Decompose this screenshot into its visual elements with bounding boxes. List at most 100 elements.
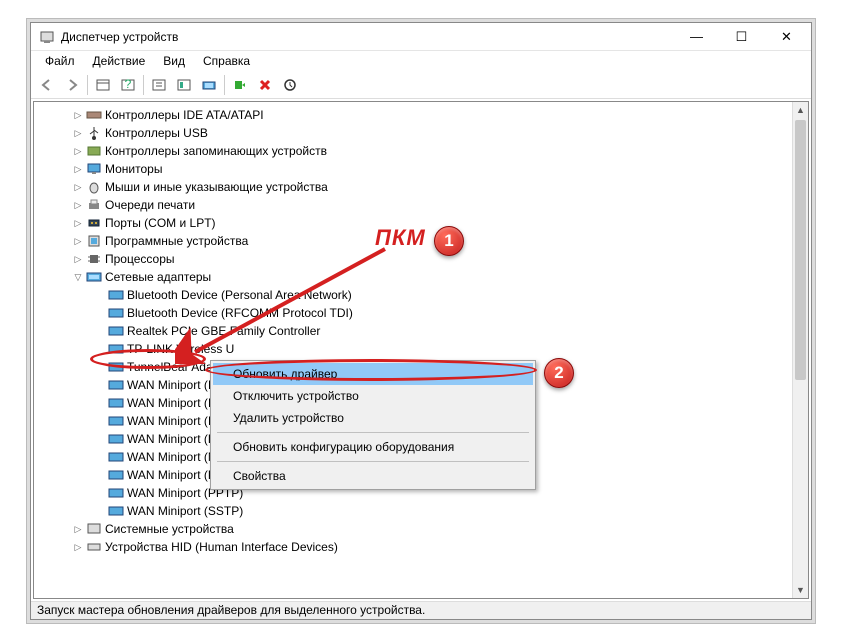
expander-icon[interactable]: ▷ [72, 181, 84, 193]
help-button[interactable]: ? [116, 73, 140, 97]
storage-icon [86, 143, 102, 159]
node-label: Мыши и иные указывающие устройства [105, 180, 328, 194]
ctx-label: Обновить драйвер [233, 367, 337, 381]
svg-text:?: ? [125, 78, 132, 91]
node-label: WAN Miniport (IP) [127, 396, 223, 410]
node-label: Контроллеры IDE ATA/ATAPI [105, 108, 264, 122]
ctx-refresh-hw[interactable]: Обновить конфигурацию оборудования [213, 436, 533, 458]
forward-button[interactable] [60, 73, 84, 97]
adapter-icon [108, 341, 124, 357]
system-icon [86, 521, 102, 537]
maximize-button[interactable]: ☐ [719, 23, 764, 51]
node-label: Устройства HID (Human Interface Devices) [105, 540, 338, 554]
expander-icon[interactable]: ▷ [72, 163, 84, 175]
node-label: Программные устройства [105, 234, 248, 248]
cpu-icon [86, 251, 102, 267]
expander-icon[interactable]: ▷ [72, 109, 84, 121]
tree-node-system[interactable]: ▷ Системные устройства [34, 520, 808, 538]
ctx-remove-device[interactable]: Удалить устройство [213, 407, 533, 429]
adapter-icon [108, 449, 124, 465]
adapter-icon [108, 413, 124, 429]
printer-icon [86, 197, 102, 213]
vertical-scrollbar[interactable]: ▲ ▼ [792, 102, 808, 598]
toolbar-separator [87, 75, 88, 95]
adapter-icon [108, 503, 124, 519]
menu-action[interactable]: Действие [85, 52, 154, 70]
node-label: Системные устройства [105, 522, 234, 536]
adapter-icon [108, 287, 124, 303]
adapter-icon [108, 431, 124, 447]
scroll-down-icon[interactable]: ▼ [793, 582, 808, 598]
tree-node-hid[interactable]: ▷ Устройства HID (Human Interface Devices… [34, 538, 808, 556]
close-button[interactable]: ✕ [764, 23, 809, 51]
window-title: Диспетчер устройств [61, 30, 674, 44]
scroll-up-icon[interactable]: ▲ [793, 102, 808, 118]
tree-node-storage[interactable]: ▷ Контроллеры запоминающих устройств [34, 142, 808, 160]
toolbar-separator [143, 75, 144, 95]
adapter-icon [108, 377, 124, 393]
statusbar: Запуск мастера обновления драйверов для … [31, 601, 811, 619]
adapter-icon [108, 467, 124, 483]
tree-node-bt-pan[interactable]: Bluetooth Device (Personal Area Network) [34, 286, 808, 304]
annotation-badge-2: 2 [544, 358, 574, 388]
menu-view[interactable]: Вид [155, 52, 193, 70]
tree-node-mice[interactable]: ▷ Мыши и иные указывающие устройства [34, 178, 808, 196]
node-label: Контроллеры запоминающих устройств [105, 144, 327, 158]
tree-node-realtek[interactable]: Realtek PCIe GBE Family Controller [34, 322, 808, 340]
node-label: Процессоры [105, 252, 175, 266]
node-label: Очереди печати [105, 198, 195, 212]
node-label: WAN Miniport (SSTP) [127, 504, 243, 518]
show-hide-button[interactable] [91, 73, 115, 97]
menu-file[interactable]: Файл [37, 52, 83, 70]
adapter-icon [108, 359, 124, 375]
tree-node-network[interactable]: ▽Сетевые адаптеры [34, 268, 808, 286]
expander-icon[interactable]: ▽ [72, 271, 84, 283]
node-label: TP-LINK Wireless U [127, 342, 234, 356]
app-icon [39, 29, 55, 45]
ctx-label: Отключить устройство [233, 389, 359, 403]
menubar: Файл Действие Вид Справка [31, 51, 811, 71]
adapter-icon [108, 323, 124, 339]
enable-button[interactable] [228, 73, 252, 97]
ide-icon [86, 107, 102, 123]
expander-icon[interactable]: ▷ [72, 127, 84, 139]
expander-icon[interactable]: ▷ [72, 217, 84, 229]
update-button[interactable] [172, 73, 196, 97]
tree-node-print[interactable]: ▷ Очереди печати [34, 196, 808, 214]
mouse-icon [86, 179, 102, 195]
expander-icon[interactable]: ▷ [72, 253, 84, 265]
expander-icon[interactable]: ▷ [72, 145, 84, 157]
scan-button[interactable] [197, 73, 221, 97]
menu-help[interactable]: Справка [195, 52, 258, 70]
usb-icon [86, 125, 102, 141]
tree-node-tplink[interactable]: TP-LINK Wireless U [34, 340, 808, 358]
minimize-button[interactable]: — [674, 23, 719, 51]
scroll-thumb[interactable] [795, 120, 806, 380]
ctx-label: Удалить устройство [233, 411, 344, 425]
tree-node-ide[interactable]: ▷ Контроллеры IDE ATA/ATAPI [34, 106, 808, 124]
ctx-properties[interactable]: Свойства [213, 465, 533, 487]
device-tree[interactable]: ▷ Контроллеры IDE ATA/ATAPI ▷ Контроллеры … [33, 101, 809, 599]
node-label: Контроллеры USB [105, 126, 208, 140]
titlebar: Диспетчер устройств — ☐ ✕ [31, 23, 811, 51]
adapter-icon [108, 395, 124, 411]
context-menu: Обновить драйвер Отключить устройство Уд… [210, 360, 536, 490]
tree-node-bt-rfcomm[interactable]: Bluetooth Device (RFCOMM Protocol TDI) [34, 304, 808, 322]
expander-icon[interactable]: ▷ [72, 523, 84, 535]
node-label: Realtek PCIe GBE Family Controller [127, 324, 320, 338]
expander-icon[interactable]: ▷ [72, 541, 84, 553]
ctx-label: Обновить конфигурацию оборудования [233, 440, 454, 454]
annotation-badge-1: 1 [434, 226, 464, 256]
uninstall-button[interactable] [253, 73, 277, 97]
ctx-disable-device[interactable]: Отключить устройство [213, 385, 533, 407]
properties-button[interactable] [147, 73, 171, 97]
tree-node-wan-sstp[interactable]: WAN Miniport (SSTP) [34, 502, 808, 520]
tree-node-monitors[interactable]: ▷Мониторы [34, 160, 808, 178]
back-button[interactable] [35, 73, 59, 97]
expander-icon[interactable]: ▷ [72, 235, 84, 247]
tree-node-cpu[interactable]: ▷ Процессоры [34, 250, 808, 268]
ctx-update-driver[interactable]: Обновить драйвер [213, 363, 533, 385]
tree-node-usb[interactable]: ▷ Контроллеры USB [34, 124, 808, 142]
refresh-button[interactable] [278, 73, 302, 97]
expander-icon[interactable]: ▷ [72, 199, 84, 211]
